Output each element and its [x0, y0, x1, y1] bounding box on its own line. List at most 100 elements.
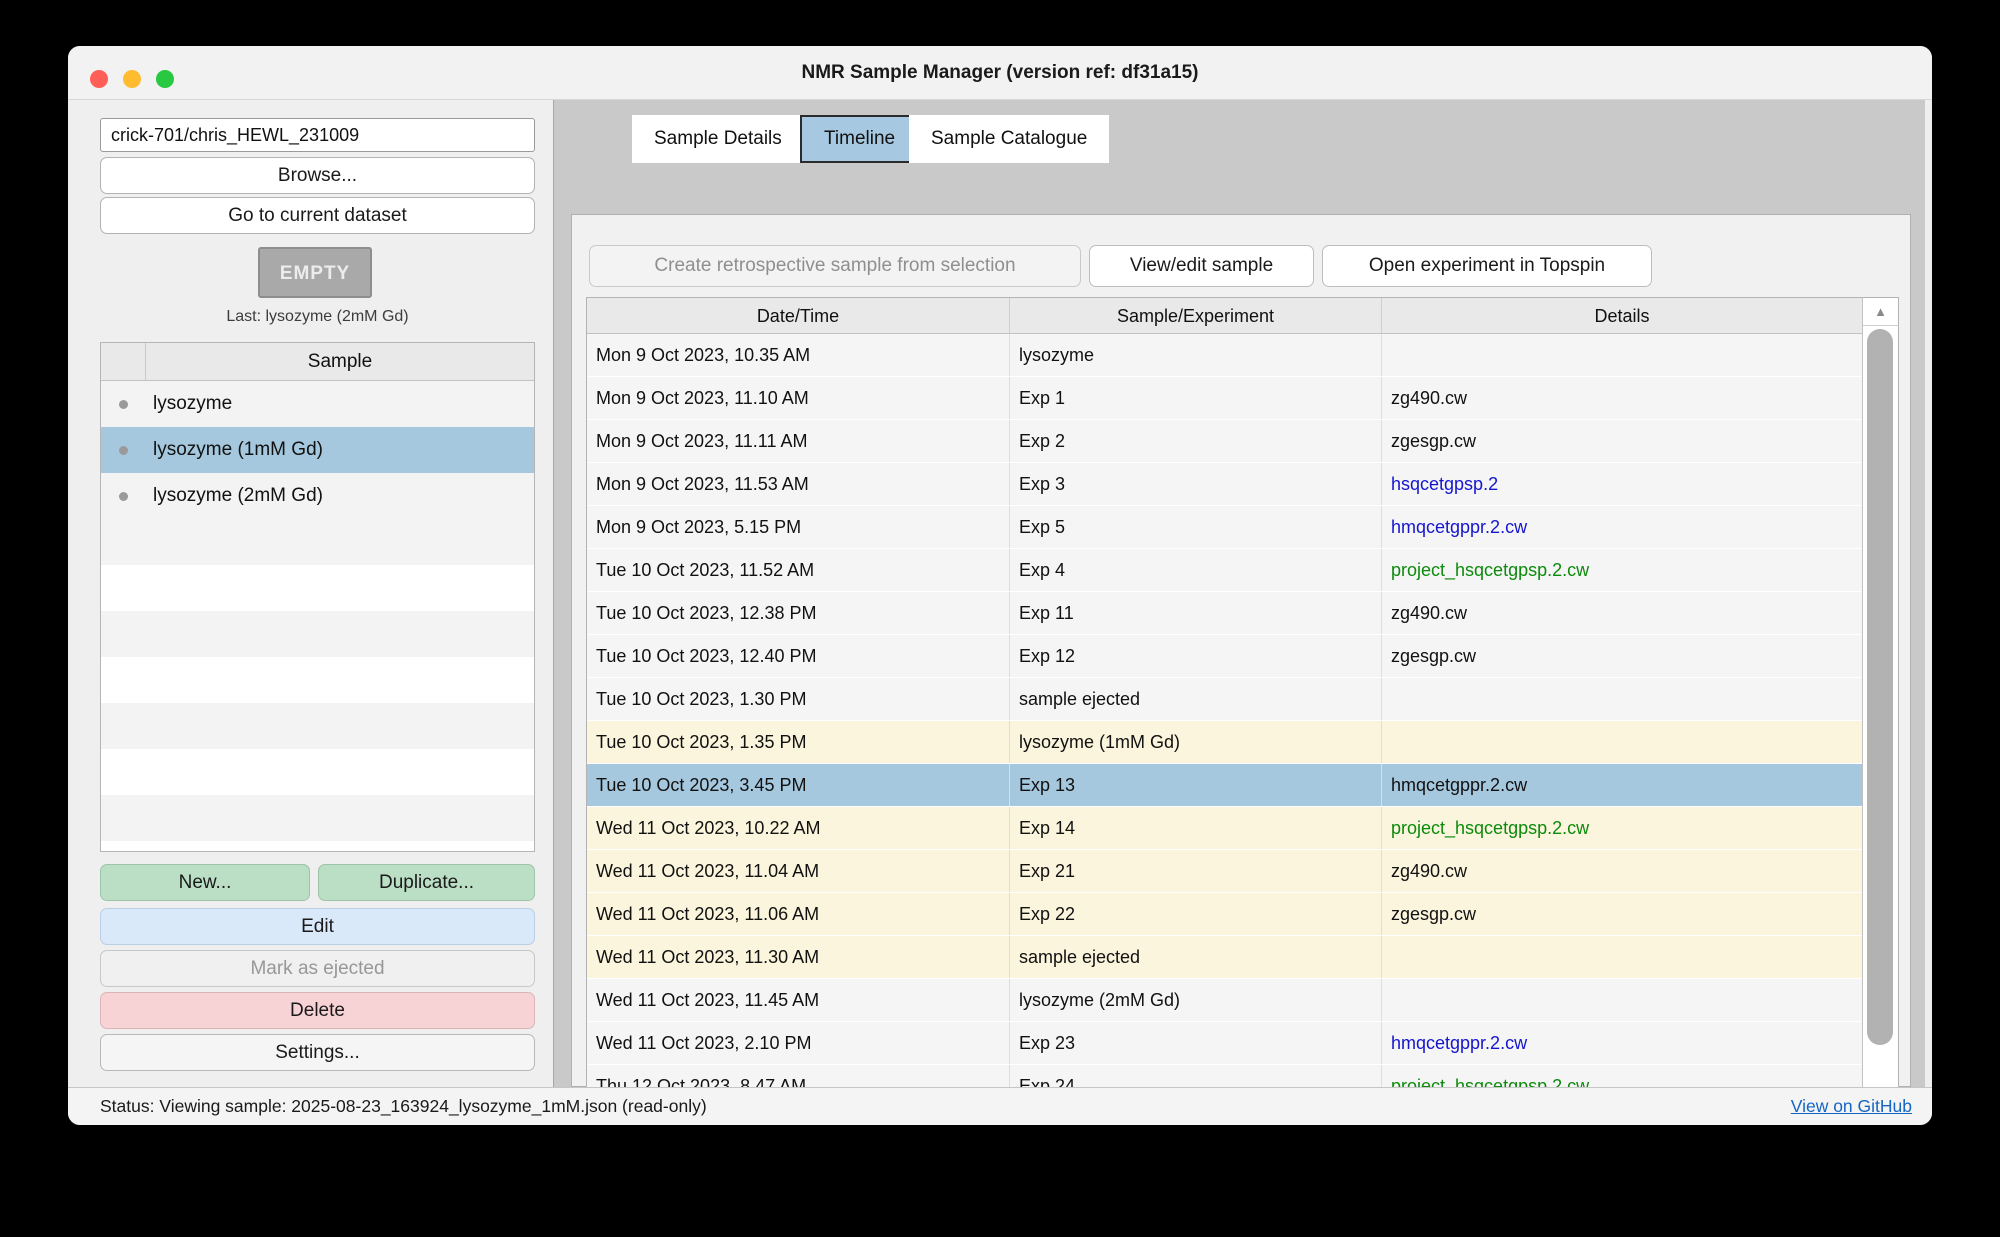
goto-current-dataset-button[interactable]: Go to current dataset	[100, 197, 535, 234]
right-panel: Sample Details Timeline Sample Catalogue…	[553, 100, 1925, 1087]
create-retrospective-sample-button[interactable]: Create retrospective sample from selecti…	[589, 245, 1081, 287]
timeline-row[interactable]: Tue 10 Oct 2023, 1.35 PM lysozyme (1mM G…	[587, 721, 1862, 764]
status-text: Status: Viewing sample: 2025-08-23_16392…	[100, 1088, 707, 1125]
timeline-row[interactable]: Wed 11 Oct 2023, 10.22 AM Exp 14 project…	[587, 807, 1862, 850]
timeline-row[interactable]: Tue 10 Oct 2023, 12.38 PM Exp 11 zg490.c…	[587, 592, 1862, 635]
cell-details: hmqcetgppr.2.cw	[1382, 764, 1862, 806]
scroll-up-arrow-icon[interactable]: ▲	[1863, 298, 1898, 326]
dataset-path-input[interactable]	[100, 118, 535, 152]
cell-sample-experiment: sample ejected	[1010, 678, 1382, 720]
browse-button[interactable]: Browse...	[100, 157, 535, 194]
sample-list-item[interactable]: lysozyme (2mM Gd)	[101, 473, 534, 519]
timeline-row[interactable]: Mon 9 Oct 2023, 11.11 AM Exp 2 zgesgp.cw	[587, 420, 1862, 463]
cell-details: zgesgp.cw	[1382, 420, 1862, 462]
cell-datetime: Tue 10 Oct 2023, 3.45 PM	[587, 764, 1010, 806]
tab-sample-details[interactable]: Sample Details	[632, 115, 804, 163]
timeline-row[interactable]: Wed 11 Oct 2023, 11.04 AM Exp 21 zg490.c…	[587, 850, 1862, 893]
sample-status-dot-icon	[119, 400, 128, 409]
cell-details: hmqcetgppr.2.cw	[1382, 506, 1862, 548]
timeline-row[interactable]: Mon 9 Oct 2023, 5.15 PM Exp 5 hmqcetgppr…	[587, 506, 1862, 549]
cell-datetime: Mon 9 Oct 2023, 11.10 AM	[587, 377, 1010, 419]
cell-datetime: Tue 10 Oct 2023, 12.40 PM	[587, 635, 1010, 677]
new-sample-button[interactable]: New...	[100, 864, 310, 901]
sample-table-header: Sample	[101, 343, 534, 381]
tab-sample-catalogue[interactable]: Sample Catalogue	[909, 115, 1109, 163]
cell-sample-experiment: lysozyme (2mM Gd)	[1010, 979, 1382, 1021]
tab-timeline[interactable]: Timeline	[800, 115, 919, 163]
cell-details: hmqcetgppr.2.cw	[1382, 1022, 1862, 1064]
sample-name: lysozyme (1mM Gd)	[153, 427, 323, 473]
timeline-row[interactable]: Mon 9 Oct 2023, 11.10 AM Exp 1 zg490.cw	[587, 377, 1862, 420]
cell-sample-experiment: sample ejected	[1010, 936, 1382, 978]
empty-sample-row	[101, 657, 534, 703]
cell-sample-experiment: Exp 23	[1010, 1022, 1382, 1064]
sample-column-header: Sample	[146, 343, 534, 380]
empty-sample-row	[101, 841, 534, 852]
timeline-row[interactable]: Mon 9 Oct 2023, 10.35 AM lysozyme	[587, 334, 1862, 377]
empty-sample-row	[101, 611, 534, 657]
cell-datetime: Wed 11 Oct 2023, 11.06 AM	[587, 893, 1010, 935]
empty-button[interactable]: EMPTY	[258, 247, 372, 298]
cell-datetime: Tue 10 Oct 2023, 1.35 PM	[587, 721, 1010, 763]
timeline-panel: Create retrospective sample from selecti…	[571, 214, 1911, 1087]
scrollbar-thumb[interactable]	[1867, 329, 1893, 1045]
cell-details: zgesgp.cw	[1382, 635, 1862, 677]
sample-table: Sample lysozyme lysozyme (1mM Gd) lysozy…	[100, 342, 535, 852]
cell-sample-experiment: Exp 11	[1010, 592, 1382, 634]
cell-datetime: Wed 11 Oct 2023, 11.04 AM	[587, 850, 1010, 892]
cell-details	[1382, 936, 1862, 978]
cell-datetime: Mon 9 Oct 2023, 11.53 AM	[587, 463, 1010, 505]
timeline-table-header: Date/Time Sample/Experiment Details	[587, 298, 1862, 334]
cell-details	[1382, 979, 1862, 1021]
view-on-github-link[interactable]: View on GitHub	[1791, 1088, 1912, 1125]
cell-datetime: Wed 11 Oct 2023, 10.22 AM	[587, 807, 1010, 849]
sample-status-dot-icon	[119, 446, 128, 455]
cell-datetime: Wed 11 Oct 2023, 2.10 PM	[587, 1022, 1010, 1064]
sample-list-item[interactable]: lysozyme (1mM Gd)	[101, 427, 534, 473]
timeline-row[interactable]: Tue 10 Oct 2023, 12.40 PM Exp 12 zgesgp.…	[587, 635, 1862, 678]
timeline-row[interactable]: Wed 11 Oct 2023, 11.45 AM lysozyme (2mM …	[587, 979, 1862, 1022]
column-header-datetime: Date/Time	[587, 298, 1010, 333]
empty-sample-row	[101, 565, 534, 611]
cell-sample-experiment: Exp 5	[1010, 506, 1382, 548]
window-title: NMR Sample Manager (version ref: df31a15…	[68, 46, 1932, 100]
sample-icon-column-header	[101, 343, 146, 380]
cell-datetime: Mon 9 Oct 2023, 11.11 AM	[587, 420, 1010, 462]
duplicate-sample-button[interactable]: Duplicate...	[318, 864, 535, 901]
timeline-row[interactable]: Wed 11 Oct 2023, 2.10 PM Exp 23 hmqcetgp…	[587, 1022, 1862, 1065]
cell-sample-experiment: Exp 12	[1010, 635, 1382, 677]
delete-sample-button[interactable]: Delete	[100, 992, 535, 1029]
empty-sample-row	[101, 795, 534, 841]
cell-datetime: Wed 11 Oct 2023, 11.30 AM	[587, 936, 1010, 978]
cell-sample-experiment: lysozyme (1mM Gd)	[1010, 721, 1382, 763]
cell-details: project_hsqcetgpsp.2.cw	[1382, 807, 1862, 849]
cell-datetime: Mon 9 Oct 2023, 10.35 AM	[587, 334, 1010, 376]
cell-sample-experiment: lysozyme	[1010, 334, 1382, 376]
timeline-row[interactable]: Tue 10 Oct 2023, 3.45 PM Exp 13 hmqcetgp…	[587, 764, 1862, 807]
view-edit-sample-button[interactable]: View/edit sample	[1089, 245, 1314, 287]
cell-details: project_hsqcetgpsp.2.cw	[1382, 549, 1862, 591]
timeline-row[interactable]: Tue 10 Oct 2023, 11.52 AM Exp 4 project_…	[587, 549, 1862, 592]
sample-list-item[interactable]: lysozyme	[101, 381, 534, 427]
timeline-row[interactable]: Tue 10 Oct 2023, 1.30 PM sample ejected	[587, 678, 1862, 721]
mark-as-ejected-button[interactable]: Mark as ejected	[100, 950, 535, 987]
cell-sample-experiment: Exp 13	[1010, 764, 1382, 806]
cell-details: zgesgp.cw	[1382, 893, 1862, 935]
edit-sample-button[interactable]: Edit	[100, 908, 535, 945]
vertical-scrollbar[interactable]: ▲ ▼	[1862, 298, 1898, 1124]
cell-sample-experiment: Exp 1	[1010, 377, 1382, 419]
cell-datetime: Wed 11 Oct 2023, 11.45 AM	[587, 979, 1010, 1021]
timeline-row[interactable]: Wed 11 Oct 2023, 11.06 AM Exp 22 zgesgp.…	[587, 893, 1862, 936]
timeline-rows: Mon 9 Oct 2023, 10.35 AM lysozyme Mon 9 …	[587, 334, 1862, 1124]
empty-sample-row	[101, 749, 534, 795]
timeline-row[interactable]: Wed 11 Oct 2023, 11.30 AM sample ejected	[587, 936, 1862, 979]
open-experiment-in-topspin-button[interactable]: Open experiment in Topspin	[1322, 245, 1652, 287]
settings-button[interactable]: Settings...	[100, 1034, 535, 1071]
cell-sample-experiment: Exp 2	[1010, 420, 1382, 462]
timeline-row[interactable]: Mon 9 Oct 2023, 11.53 AM Exp 3 hsqcetgps…	[587, 463, 1862, 506]
app-window: NMR Sample Manager (version ref: df31a15…	[68, 46, 1932, 1125]
sample-list: lysozyme lysozyme (1mM Gd) lysozyme (2mM…	[101, 381, 534, 519]
status-bar: Status: Viewing sample: 2025-08-23_16392…	[68, 1087, 1932, 1125]
desktop-background: NMR Sample Manager (version ref: df31a15…	[0, 0, 2000, 1237]
cell-details: zg490.cw	[1382, 850, 1862, 892]
